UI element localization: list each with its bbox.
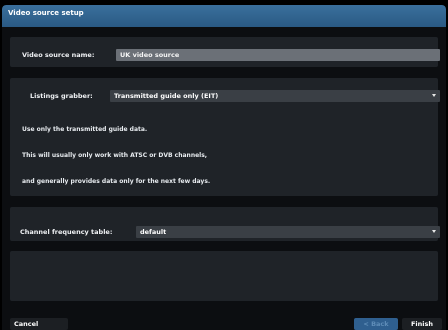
- title-bar: Video source setup: [2, 5, 446, 27]
- listings-grabber-label: Listings grabber:: [30, 92, 93, 100]
- listings-description-2: This will usually only work with ATSC or…: [22, 152, 208, 159]
- back-button[interactable]: < Back: [354, 318, 398, 330]
- finish-button[interactable]: Finish: [402, 318, 442, 330]
- empty-panel: [10, 251, 438, 301]
- chevron-down-icon: [432, 94, 436, 97]
- frequency-table-label: Channel frequency table:: [20, 228, 113, 236]
- chevron-down-icon: [432, 230, 436, 233]
- source-name-input[interactable]: UK video source: [116, 49, 440, 61]
- listings-grabber-select[interactable]: Transmitted guide only (EIT): [110, 90, 440, 102]
- listings-grabber-value: Transmitted guide only (EIT): [114, 92, 219, 100]
- source-name-label: Video source name:: [22, 51, 95, 59]
- frequency-table-select[interactable]: default: [136, 226, 440, 238]
- window-title: Video source setup: [8, 9, 84, 17]
- listings-description-1: Use only the transmitted guide data.: [22, 126, 148, 133]
- listings-description-3: and generally provides data only for the…: [22, 178, 211, 185]
- cancel-button[interactable]: Cancel: [10, 318, 68, 330]
- frequency-table-value: default: [140, 228, 167, 236]
